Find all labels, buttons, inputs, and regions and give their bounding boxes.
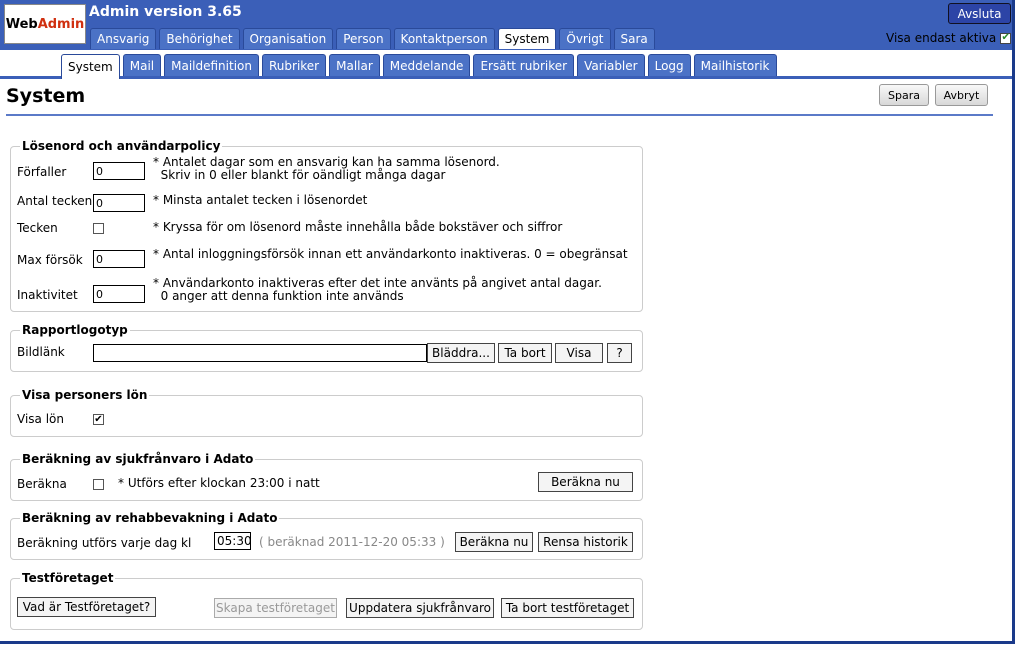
subtab-ersatt-rubriker[interactable]: Ersätt rubriker (473, 54, 575, 76)
tab-behorighet[interactable]: Behörighet (159, 28, 240, 49)
subtab-system[interactable]: System (61, 54, 120, 79)
chars-label: Antal tecken (17, 194, 93, 208)
inactivity-label: Inaktivitet (17, 288, 78, 302)
password-policy-legend: Lösenord och användarpolicy (20, 139, 223, 153)
update-sick-leave-button[interactable]: Uppdatera sjukfrånvaro (346, 598, 494, 618)
subtab-mallar[interactable]: Mallar (329, 54, 380, 76)
daily-calc-label: Beräkning utförs varje dag kl (17, 536, 192, 550)
sign-note: * Kryssa för om lösenord måste innehålla… (153, 220, 563, 234)
last-run-text: ( beräknad 2011-12-20 05:33 ) (259, 535, 445, 549)
what-is-test-company-button[interactable]: Vad är Testföretaget? (17, 597, 156, 617)
expires-note: * Antalet dagar som en ansvarig kan ha s… (153, 155, 500, 182)
top-tabs: Ansvarig Behörighet Organisation Person … (90, 28, 655, 49)
help-button[interactable]: ? (607, 343, 632, 363)
chars-note: * Minsta antalet tecken i lösenordet (153, 193, 368, 207)
subtab-mailhistorik[interactable]: Mailhistorik (693, 54, 777, 76)
test-company-legend: Testföretaget (20, 571, 116, 585)
chars-input[interactable]: 0 (93, 194, 145, 212)
app-title: Admin version 3.65 (89, 4, 242, 20)
title-divider (6, 114, 993, 116)
test-company-section: Testföretaget Vad är Testföretaget? Skap… (10, 571, 643, 630)
page-title: System (6, 85, 86, 107)
logout-button[interactable]: Avsluta (948, 3, 1011, 24)
report-logo-legend: Rapportlogotyp (20, 323, 130, 337)
cancel-button[interactable]: Avbryt (935, 84, 988, 106)
show-salary-label: Visa lön (17, 412, 64, 426)
salary-section: Visa personers lön Visa lön ✔ (10, 388, 643, 437)
only-active-toggle[interactable]: Visa endast aktiva ✔ (886, 31, 1012, 45)
calc-checkbox[interactable] (93, 479, 104, 490)
show-salary-checkbox[interactable]: ✔ (93, 414, 104, 425)
save-button[interactable]: Spara (879, 84, 929, 106)
subtab-meddelande[interactable]: Meddelande (382, 54, 471, 76)
calc-label: Beräkna (17, 477, 67, 491)
max-attempts-label: Max försök (17, 253, 83, 267)
webadmin-logo: Web Admin (4, 4, 86, 44)
logo-web: Web (5, 16, 38, 32)
sick-calc-legend: Beräkning av sjukfrånvaro i Adato (20, 452, 256, 466)
expires-label: Förfaller (17, 165, 67, 179)
rehab-calc-section: Beräkning av rehabbevakning i Adato Berä… (10, 511, 643, 560)
only-active-label: Visa endast aktiva (886, 31, 997, 45)
max-attempts-input[interactable]: 0 (93, 250, 145, 268)
password-policy-section: Lösenord och användarpolicy Förfaller 0 … (10, 139, 643, 312)
tab-ansvarig[interactable]: Ansvarig (90, 28, 157, 49)
clear-history-button[interactable]: Rensa historik (538, 532, 633, 552)
delete-test-company-button[interactable]: Ta bort testföretaget (501, 598, 634, 618)
only-active-checkbox[interactable]: ✔ (1000, 32, 1012, 44)
inactivity-note: * Användarkonto inaktiveras efter det in… (153, 276, 602, 303)
rehab-calc-legend: Beräkning av rehabbevakning i Adato (20, 511, 280, 525)
salary-legend: Visa personers lön (20, 388, 150, 402)
expires-input[interactable]: 0 (93, 162, 145, 180)
create-test-company-button[interactable]: Skapa testföretaget (214, 598, 337, 618)
subtab-mail[interactable]: Mail (122, 54, 162, 76)
image-link-label: Bildlänk (17, 345, 65, 359)
image-link-input[interactable] (93, 344, 427, 362)
subtab-maildefinition[interactable]: Maildefinition (164, 54, 259, 76)
rehab-calc-now-button[interactable]: Beräkna nu (455, 532, 533, 552)
inactivity-input[interactable]: 0 (93, 285, 145, 303)
sub-tabs: System Mail Maildefinition Rubriker Mall… (61, 54, 777, 79)
tab-ovrigt[interactable]: Övrigt (559, 28, 611, 49)
sign-checkbox[interactable] (93, 223, 104, 234)
max-attempts-note: * Antal inloggningsförsök innan ett anvä… (153, 247, 628, 261)
sign-label: Tecken (17, 221, 58, 235)
calc-note: * Utförs efter klockan 23:00 i natt (118, 476, 320, 490)
remove-logo-button[interactable]: Ta bort (498, 343, 552, 363)
browse-button[interactable]: Bläddra... (427, 343, 495, 363)
calc-time-input[interactable]: 05:30 (214, 532, 252, 550)
subtab-variabler[interactable]: Variabler (577, 54, 645, 76)
tab-system[interactable]: System (497, 28, 557, 49)
tab-organisation[interactable]: Organisation (242, 28, 334, 49)
tab-kontaktperson[interactable]: Kontaktperson (393, 28, 495, 49)
tab-sara[interactable]: Sara (613, 28, 655, 49)
sick-calc-now-button[interactable]: Beräkna nu (538, 472, 633, 492)
tab-person[interactable]: Person (336, 28, 391, 49)
subtab-logg[interactable]: Logg (647, 54, 691, 76)
show-logo-button[interactable]: Visa (555, 343, 603, 363)
report-logo-section: Rapportlogotyp Bildlänk Bläddra... Ta bo… (10, 323, 643, 372)
logo-admin: Admin (37, 16, 85, 32)
sick-calc-section: Beräkning av sjukfrånvaro i Adato Beräkn… (10, 452, 643, 501)
subtab-rubriker[interactable]: Rubriker (261, 54, 327, 76)
